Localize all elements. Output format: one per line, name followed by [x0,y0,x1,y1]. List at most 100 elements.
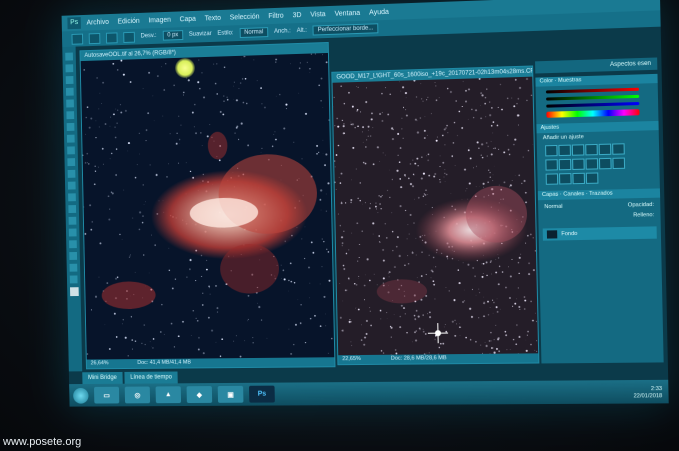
fill-label: Relleno: [633,212,655,219]
menu-seleccion[interactable]: Selección [230,13,260,21]
zoom-tool-icon[interactable] [69,275,78,284]
adjustment-icons [545,143,651,185]
hue-sat-icon[interactable] [612,143,625,155]
menu-capa[interactable]: Capa [180,15,196,22]
start-button-icon[interactable] [73,387,89,404]
gradient-icon[interactable] [67,181,76,190]
status-bar-left: 26,64% Doc: 41,4 MB/41,4 MB [86,357,335,369]
blur-input[interactable]: 0 px [162,30,184,41]
hand-tool-icon[interactable] [69,263,78,272]
style-label: Estilo: [217,30,234,37]
blend-mode-select[interactable]: Normal [544,204,562,210]
refine-edge-button[interactable]: Perfeccionar borde... [312,23,379,36]
system-clock[interactable]: 2:33 22/01/2018 [633,386,663,400]
healing-brush-icon[interactable] [66,122,75,131]
right-panels: Color · Muestras Ajustes Añadir un ajust… [535,73,664,364]
color-balance-icon[interactable] [545,159,558,171]
gradient-map-icon[interactable] [572,172,586,185]
status-bar-right: 22,65% Doc: 28,6 MB/28,6 MB [338,353,539,365]
new-selection-icon[interactable] [88,32,101,44]
zoom-readout-left[interactable]: 26,64% [91,359,109,368]
blue-slider[interactable] [546,101,640,108]
stamp-tool-icon[interactable] [67,146,75,155]
brightness-icon[interactable] [545,144,558,157]
exposure-icon[interactable] [585,143,598,156]
color-panel-tab[interactable]: Color · Muestras [535,73,658,87]
lasso-tool-icon[interactable] [65,76,74,85]
threshold-icon[interactable] [558,173,572,185]
workspace-switcher[interactable]: Aspectos esen [535,57,658,74]
opacity-label: Opacidad: [627,201,655,209]
menu-archivo[interactable]: Archivo [86,18,108,26]
menu-texto[interactable]: Texto [205,14,221,22]
document-window-right[interactable]: GOOD_M17_LIGHT_60s_1600iso_+19c_20170721… [331,65,540,366]
menu-edicion[interactable]: Edición [117,17,139,25]
photoshop-icon[interactable]: Ps [248,385,275,403]
photo-filter-icon[interactable] [572,158,585,170]
subtract-selection-icon[interactable] [123,31,135,43]
zoom-readout-right[interactable]: 22,65% [342,355,361,364]
photoshop-app-icon[interactable]: Ps [67,17,81,30]
menu-imagen[interactable]: Imagen [148,16,171,24]
doc-size-left: Doc: 41,4 MB/41,4 MB [137,359,191,366]
mouse-cursor-highlight [175,58,195,78]
nebula-image-left [80,52,335,361]
document-window-left[interactable]: AutosaveOOL.tif al 26,7% (RGB/8*) 26,64% [79,41,336,370]
marquee-tool-icon[interactable] [65,64,74,73]
width-label: Anch.: [273,28,291,35]
smooth-checkbox[interactable]: Suavizar [189,31,212,38]
tab-mini-bridge[interactable]: Mini Bridge [82,371,123,385]
history-brush-icon[interactable] [67,158,76,167]
folder-icon[interactable]: ▲ [155,386,182,404]
move-tool-icon[interactable] [65,52,74,61]
menu-ayuda[interactable]: Ayuda [369,8,389,16]
watermark: www.posete.org [3,436,82,448]
invert-icon[interactable] [612,157,626,170]
menu-ventana[interactable]: Ventana [334,9,360,17]
menu-3d[interactable]: 3D [292,12,301,19]
dodge-tool-icon[interactable] [68,205,77,214]
channel-mixer-icon[interactable] [585,158,599,170]
eyedropper-icon[interactable] [66,111,75,120]
explorer-icon[interactable]: ▭ [94,386,120,404]
chrome-icon[interactable]: ◎ [124,386,151,404]
style-select[interactable]: Normal [239,27,269,39]
add-selection-icon[interactable] [105,31,118,44]
red-slider[interactable] [545,87,640,94]
green-slider[interactable] [546,94,640,101]
path-select-icon[interactable] [69,240,77,249]
color-spectrum[interactable] [546,109,640,118]
adjustments-tab[interactable]: Ajustes [536,120,659,134]
projected-screen: Ps Archivo Edición Imagen Capa Texto Sel… [61,0,669,407]
slideshow-icon[interactable]: ▣ [217,385,244,403]
pen-tool-icon[interactable] [68,216,77,225]
workspace-label: Aspectos esen [609,60,652,69]
paint-icon[interactable]: ◆ [186,386,213,404]
vibrance-icon[interactable] [598,143,612,156]
clock-date: 22/01/2018 [633,393,663,400]
black-white-icon[interactable] [558,158,572,171]
crop-tool-icon[interactable] [66,99,74,108]
layer-row-background[interactable]: Fondo [542,226,657,241]
curves-icon[interactable] [571,144,585,156]
blur-tool-icon[interactable] [68,193,76,202]
tab-timeline[interactable]: Línea de tiempo [124,371,178,384]
menu-filtro[interactable]: Filtro [268,12,283,20]
type-tool-icon[interactable] [68,228,77,237]
foreground-color-swatch[interactable] [69,287,79,297]
brush-tool-icon[interactable] [66,134,75,143]
channels-tab-label: Canales [563,191,585,198]
marquee-tool-icon[interactable] [71,33,84,45]
add-adjustment-label: Añadir un ajuste [542,134,584,142]
lookup-icon[interactable] [598,157,612,170]
selective-color-icon[interactable] [585,172,599,184]
menu-vista[interactable]: Vista [310,11,325,19]
posterize-icon[interactable] [545,173,559,185]
eraser-icon[interactable] [67,169,76,178]
levels-icon[interactable] [558,144,571,157]
shape-tool-icon[interactable] [69,251,78,260]
magic-wand-icon[interactable] [65,87,74,96]
layers-tab-label: Capas [541,191,559,199]
doc-size-right: Doc: 28,6 MB/28,6 MB [390,355,447,362]
layers-panel-tab[interactable]: Capas · Canales · Trazados [537,188,661,201]
